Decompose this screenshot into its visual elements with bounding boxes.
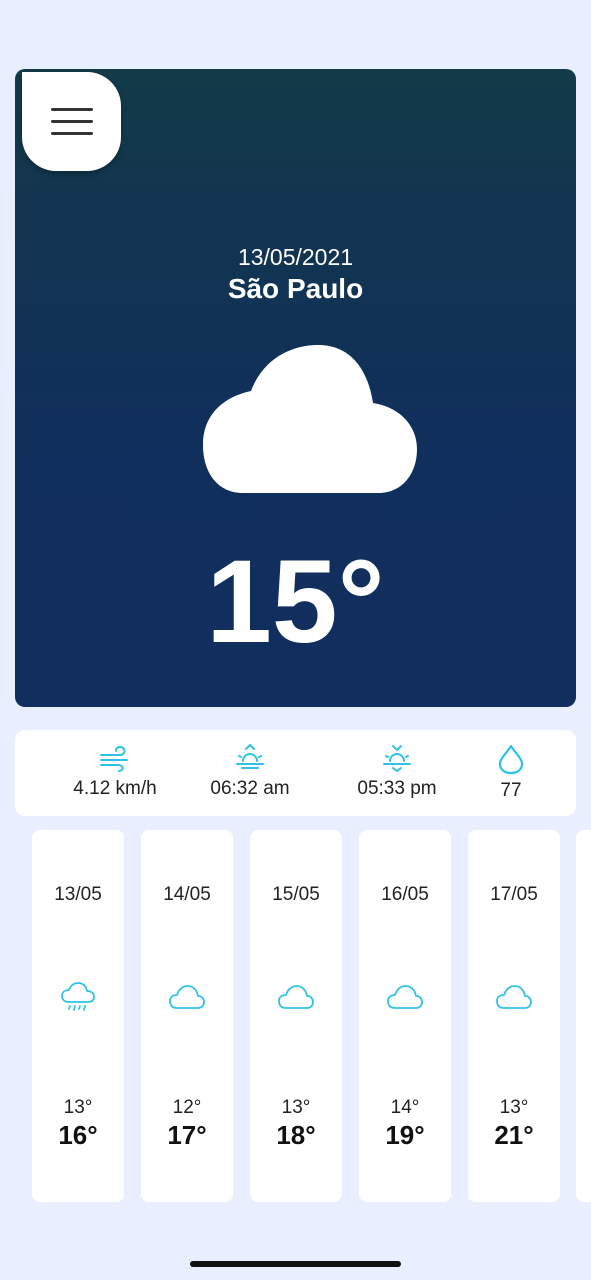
cloud-icon	[496, 985, 532, 1009]
wind-stat: 4.12 km/h	[55, 730, 175, 816]
sunset-stat: 05:33 pm	[342, 730, 452, 816]
humidity-stat: 77	[481, 730, 541, 816]
forecast-min-temp: 13°	[281, 1097, 311, 1118]
forecast-day-card[interactable]: 15/05 13° 18°	[250, 830, 342, 1202]
forecast-date: 16/05	[381, 884, 429, 905]
forecast-min-temp: 12°	[172, 1097, 202, 1118]
cloud-icon	[278, 985, 314, 1009]
humidity-value: 77	[500, 780, 522, 801]
forecast-max-temp: 16°	[58, 1120, 98, 1150]
forecast-date: 17/05	[490, 884, 538, 905]
wind-speed: 4.12 km/h	[73, 778, 157, 799]
sunrise-icon	[236, 744, 264, 769]
forecast-min-temp: 13°	[63, 1097, 93, 1118]
menu-button[interactable]	[22, 72, 121, 171]
water-drop-icon	[498, 744, 524, 774]
sunrise-stat: 06:32 am	[195, 730, 305, 816]
cloud-icon	[169, 985, 205, 1009]
cloud-icon	[387, 985, 423, 1009]
rain-cloud-icon	[61, 982, 95, 1011]
sunset-icon	[383, 745, 411, 772]
sunset-time: 05:33 pm	[357, 778, 437, 799]
sunrise-time: 06:32 am	[210, 778, 290, 799]
forecast-day-card[interactable]: 13/05 13° 16°	[32, 830, 124, 1202]
forecast-max-temp: 17°	[167, 1120, 207, 1150]
forecast-day-card[interactable]: 16/05 14° 19°	[359, 830, 451, 1202]
forecast-day-card[interactable]: 17/05 13° 21°	[468, 830, 560, 1202]
forecast-min-temp: 14°	[390, 1097, 420, 1118]
weather-stats-bar: 4.12 km/h 06:32 am 05:33 pm 77	[15, 730, 576, 816]
current-date: 13/05/2021	[237, 244, 354, 270]
forecast-date: 15/05	[272, 884, 320, 905]
forecast-day-card-partial[interactable]	[576, 830, 591, 1202]
forecast-min-temp: 13°	[499, 1097, 529, 1118]
forecast-max-temp: 21°	[494, 1120, 534, 1150]
wind-icon	[100, 745, 128, 772]
forecast-max-temp: 18°	[276, 1120, 316, 1150]
city-name: São Paulo	[227, 273, 364, 304]
cloud-icon	[203, 345, 417, 493]
forecast-date: 14/05	[163, 884, 211, 905]
forecast-date: 13/05	[54, 884, 102, 905]
hamburger-icon	[50, 108, 93, 111]
forecast-max-temp: 19°	[385, 1120, 425, 1150]
home-indicator[interactable]	[190, 1261, 401, 1267]
current-temperature: 15°	[206, 536, 385, 668]
forecast-day-card[interactable]: 14/05 12° 17°	[141, 830, 233, 1202]
